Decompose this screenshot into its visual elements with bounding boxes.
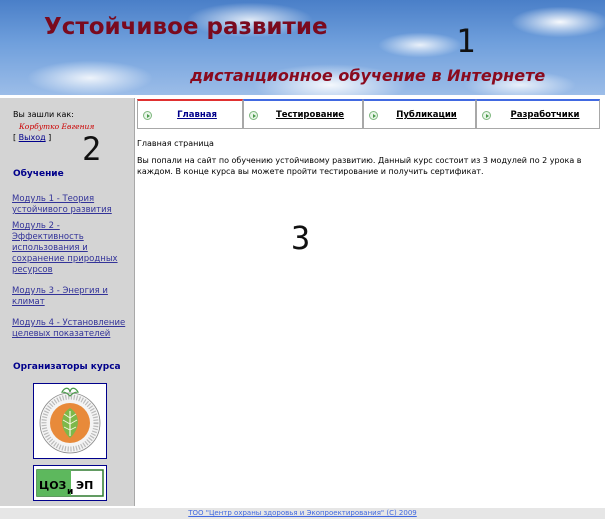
tab-developers[interactable]: Разработчики [476,99,600,129]
tab-home[interactable]: Главная [137,99,243,129]
header-banner: Устойчивое развитие дистанционное обучен… [0,0,605,95]
module-2-link[interactable]: Модуль 2 - Эффективность использования и… [12,221,134,276]
ceep-logo[interactable]: ЦОЗ и ЭП [33,465,107,501]
tab-bar: Главная Тестирование Публикации Разработ… [137,99,600,129]
ceep-logo-icon: ЦОЗ и ЭП [36,469,104,497]
leaf-emblem-icon [39,387,101,454]
leaf-emblem-logo[interactable] [33,383,107,459]
arrow-circle-icon [143,111,152,120]
ceep-logo-right: ЭП [76,479,93,492]
sidebar: Вы зашли как: Корбутко Евгения [ Выход ]… [0,98,135,506]
tab-publications[interactable]: Публикации [363,99,476,129]
tab-testing[interactable]: Тестирование [243,99,363,129]
footer-copyright-link[interactable]: ТОО "Центр охраны здоровья и Экопроектир… [188,509,417,517]
module-4-link[interactable]: Модуль 4 - Установление целевых показате… [12,318,134,340]
ceep-logo-left: ЦОЗ [39,479,67,492]
logout-area: [ Выход ] [13,133,51,142]
logout-link[interactable]: Выход [19,133,46,142]
tab-testing-label: Тестирование [275,110,345,120]
site-subtitle: дистанционное обучение в Интернете [190,66,546,85]
learning-section-title: Обучение [13,169,64,179]
intro-text: Вы попали на сайт по обучению устойчивом… [137,156,582,176]
arrow-circle-icon [249,111,258,120]
arrow-circle-icon [482,111,491,120]
arrow-circle-icon [369,111,378,120]
region-marker-1: 1 [456,22,476,60]
tab-publications-label: Публикации [396,110,457,120]
region-marker-2: 2 [82,130,102,168]
tab-developers-label: Разработчики [510,110,580,120]
tab-home-label: Главная [177,110,217,120]
login-label: Вы зашли как: [13,110,74,119]
footer: ТОО "Центр охраны здоровья и Экопроектир… [0,508,605,519]
ceep-logo-mid: и [67,487,73,497]
site-title: Устойчивое развитие [44,14,328,40]
region-marker-3: 3 [291,219,311,257]
page-heading: Главная страница [137,139,214,148]
logout-bracket-close: ] [45,133,52,142]
module-1-link[interactable]: Модуль 1 - Теория устойчивого развития [12,194,134,216]
organizers-section-title: Организаторы курса [13,362,121,372]
module-3-link[interactable]: Модуль 3 - Энергия и климат [12,286,134,308]
